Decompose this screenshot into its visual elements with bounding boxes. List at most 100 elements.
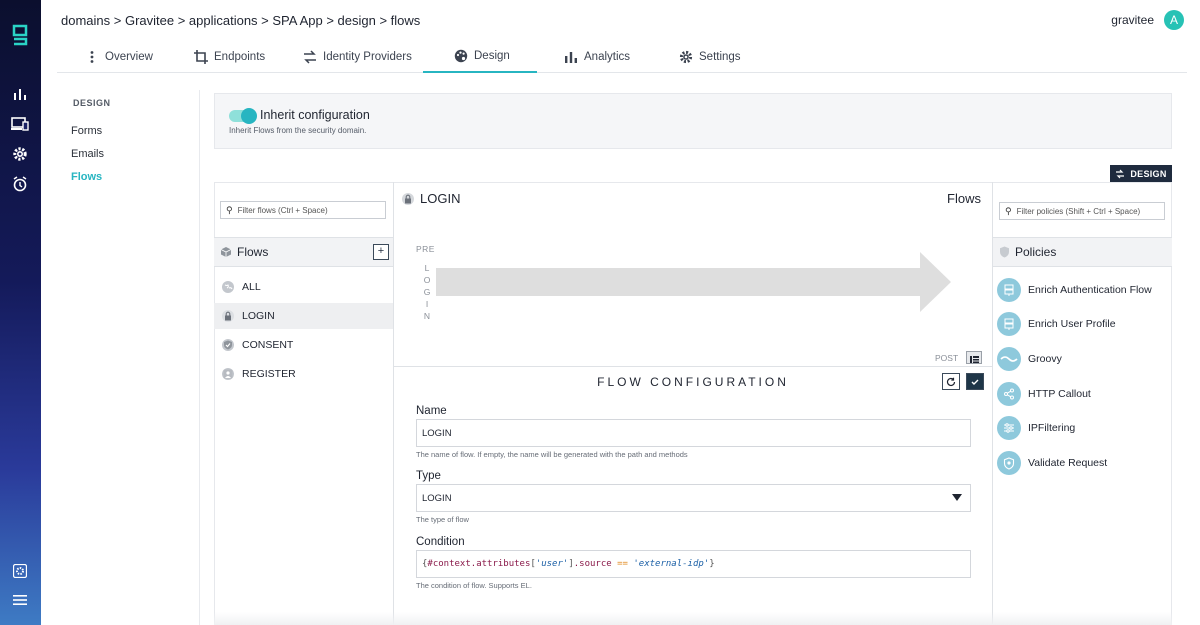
flows-panel: ⚲ Filter flows (Ctrl + Space) Flows + AL… [214, 182, 393, 625]
analytics-icon[interactable] [10, 84, 30, 104]
tab-label: Analytics [584, 50, 631, 63]
organization-settings-icon[interactable] [10, 561, 30, 581]
side-nav-heading: DESIGN [73, 98, 111, 108]
policy-label: Enrich Authentication Flow [1028, 284, 1152, 296]
policy-item-enrich-user-profile[interactable]: Enrich User Profile [997, 312, 1116, 336]
user-menu[interactable]: gravitee A [1111, 10, 1184, 30]
policy-label: Validate Request [1028, 457, 1108, 469]
policy-item-validate-request[interactable]: Validate Request [997, 451, 1107, 475]
search-icon: ⚲ [1005, 205, 1012, 216]
policy-label: Groovy [1028, 353, 1062, 365]
name-hint: The name of flow. If empty, the name wil… [416, 450, 688, 459]
tab-settings[interactable]: Settings [679, 40, 741, 73]
save-button[interactable] [966, 373, 984, 390]
search-icon: ⚲ [226, 204, 233, 215]
tab-overview[interactable]: Overview [85, 40, 153, 73]
policy-label: IPFiltering [1028, 422, 1076, 434]
side-nav-item-forms[interactable]: Forms [71, 125, 102, 137]
gravitee-logo-icon[interactable] [9, 22, 31, 48]
view-list-icon [970, 356, 979, 363]
inherit-configuration-panel: Inherit configuration Inherit Flows from… [214, 93, 1172, 149]
policy-item-http-callout[interactable]: HTTP Callout [997, 382, 1091, 406]
add-flow-button[interactable]: + [373, 244, 389, 260]
caret-down-icon [952, 494, 962, 501]
user-name: gravitee [1111, 13, 1154, 27]
flows-title: Flows [237, 245, 269, 259]
code-string: 'user' [535, 559, 569, 569]
filter-flows-input[interactable]: ⚲ Filter flows (Ctrl + Space) [220, 201, 386, 219]
bar-chart-icon [565, 51, 577, 63]
person-icon [222, 368, 234, 380]
flow-item-register[interactable]: REGISTER [214, 361, 393, 387]
design-button-label: DESIGN [1130, 168, 1167, 179]
policy-item-ipfiltering[interactable]: IPFiltering [997, 416, 1075, 440]
flow-item-label: CONSENT [242, 339, 294, 351]
menu-icon[interactable] [10, 590, 30, 610]
name-label: Name [416, 405, 447, 417]
vertical-letter: O [423, 275, 431, 285]
vertical-letter: I [425, 299, 429, 309]
policies-title: Policies [1015, 245, 1057, 259]
verified-icon [222, 339, 234, 351]
app-root: domains > Gravitee > applications > SPA … [0, 0, 1200, 625]
tab-analytics[interactable]: Analytics [564, 40, 630, 73]
toggle-panel-button[interactable] [966, 351, 982, 364]
palette-icon [454, 49, 468, 62]
toggle-knob [241, 108, 257, 124]
lock-icon [222, 310, 234, 322]
post-label: POST [935, 353, 959, 363]
tab-endpoints[interactable]: Endpoints [194, 40, 265, 73]
code-operator: == [617, 559, 628, 569]
lock-icon [402, 192, 414, 205]
vertical-letter: G [423, 287, 431, 297]
shield-icon [1000, 246, 1009, 258]
condition-input[interactable]: {#context.attributes['user'] .source == '… [416, 550, 971, 578]
name-input[interactable]: LOGIN [416, 419, 971, 447]
code-property: .source [573, 559, 612, 569]
check-icon [971, 379, 979, 385]
filter-policies-input[interactable]: ⚲ Filter policies (Shift + Ctrl + Space) [999, 202, 1165, 220]
design-mode-button[interactable]: DESIGN [1110, 165, 1172, 182]
flow-item-login[interactable]: LOGIN [214, 303, 393, 329]
alarm-icon[interactable] [10, 174, 30, 194]
crop-icon [194, 49, 208, 64]
policy-item-enrich-authentication-flow[interactable]: Enrich Authentication Flow [997, 278, 1152, 302]
inherit-subtitle: Inherit Flows from the security domain. [229, 126, 367, 135]
condition-label: Condition [416, 536, 465, 548]
tab-identity-providers[interactable]: Identity Providers [303, 40, 412, 73]
side-nav-item-emails[interactable]: Emails [71, 148, 104, 160]
storage-icon [997, 278, 1021, 302]
groovy-icon [997, 347, 1021, 371]
code-expression: #context.attributes [427, 559, 531, 569]
policy-label: HTTP Callout [1028, 388, 1091, 400]
swap-icon [304, 49, 316, 64]
flow-item-consent[interactable]: CONSENT [214, 332, 393, 358]
flow-item-all[interactable]: ALL [214, 274, 393, 300]
inherit-toggle[interactable] [229, 108, 257, 124]
condition-hint: The condition of flow. Supports EL. [416, 581, 532, 590]
type-select-value: LOGIN [422, 492, 452, 504]
devices-icon[interactable] [10, 114, 30, 134]
settings-icon[interactable] [10, 144, 30, 164]
vertical-letter: L [424, 263, 430, 273]
flow-item-label: ALL [242, 281, 261, 293]
tab-label: Identity Providers [323, 50, 412, 63]
reset-button[interactable] [942, 373, 960, 390]
flow-arrow-icon [436, 252, 951, 312]
flow-canvas-pane: LOGIN Flows PRE L O G I N POST FLOW CONF… [393, 182, 993, 625]
divider [199, 90, 200, 625]
left-rail [0, 0, 41, 625]
avatar[interactable]: A [1164, 10, 1184, 30]
policy-item-groovy[interactable]: Groovy [997, 347, 1062, 371]
more-vert-icon [90, 50, 94, 63]
inherit-title: Inherit configuration [260, 108, 370, 122]
side-nav-item-flows[interactable]: Flows [71, 171, 102, 183]
filter-policies-placeholder: Filter policies (Shift + Ctrl + Space) [1016, 206, 1141, 216]
storage-icon [997, 312, 1021, 336]
canvas-title: LOGIN [402, 191, 460, 206]
gear-icon [679, 50, 693, 63]
tab-design[interactable]: Design [423, 40, 537, 73]
type-select[interactable]: LOGIN [416, 484, 971, 512]
sliders-icon [997, 416, 1021, 440]
flow-item-label: REGISTER [242, 368, 296, 380]
